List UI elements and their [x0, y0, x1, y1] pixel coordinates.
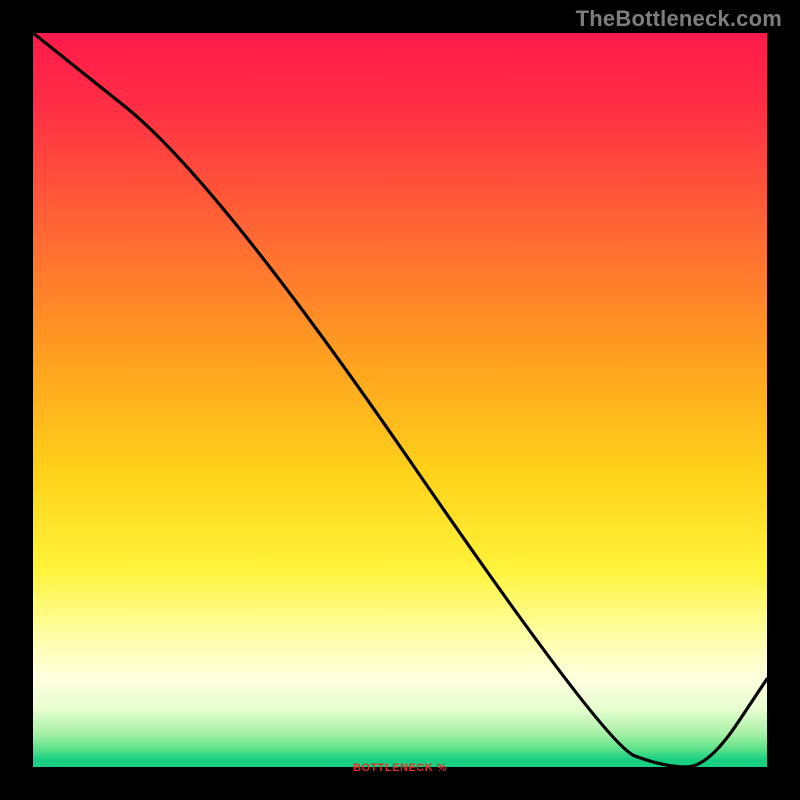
gradient-background: [33, 33, 767, 767]
plot-area: [33, 33, 767, 767]
bottom-label: BOTTLENECK %: [0, 762, 800, 774]
chart-stage: TheBottleneck.com BOTTLENECK %: [0, 0, 800, 800]
chart-svg: [33, 33, 767, 767]
watermark-text: TheBottleneck.com: [576, 6, 782, 32]
